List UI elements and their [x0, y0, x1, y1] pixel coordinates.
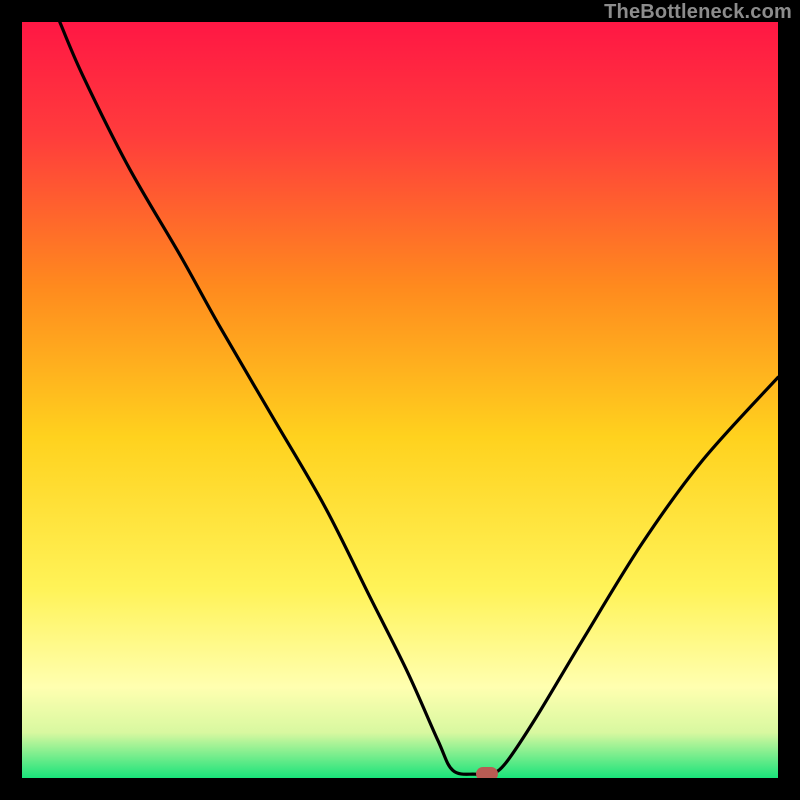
chart-svg [22, 22, 778, 778]
plot-area [22, 22, 778, 778]
chart-frame: TheBottleneck.com [0, 0, 800, 800]
watermark-text: TheBottleneck.com [604, 1, 792, 24]
optimal-marker [476, 767, 498, 778]
gradient-background [22, 22, 778, 778]
